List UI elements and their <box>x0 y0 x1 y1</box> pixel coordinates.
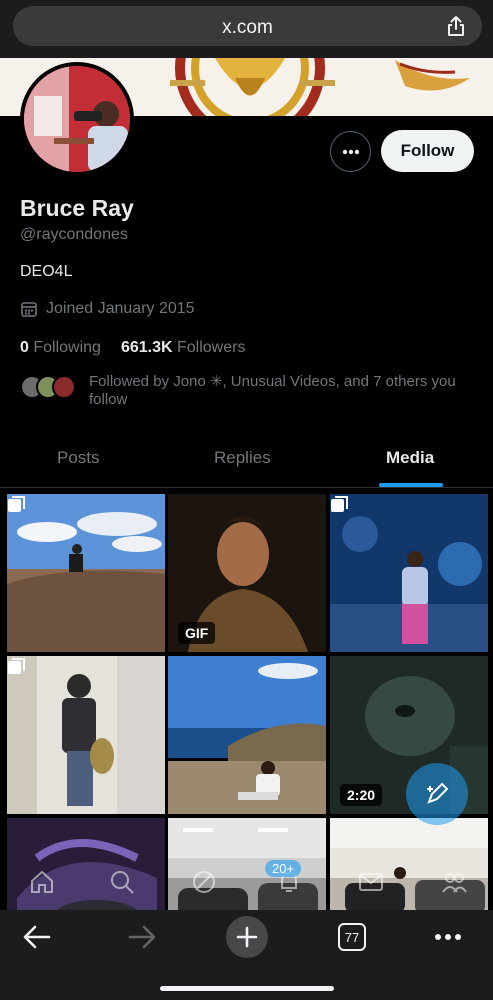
media-tile[interactable] <box>7 656 165 814</box>
share-icon[interactable] <box>444 14 468 38</box>
joined-text: Joined January 2015 <box>46 300 195 317</box>
media-tile[interactable]: GIF <box>168 494 326 652</box>
profile-tabs: Posts Replies Media <box>0 430 493 488</box>
gif-badge: GIF <box>178 622 216 644</box>
more-dots-icon <box>342 149 359 154</box>
active-tab-indicator <box>379 483 443 487</box>
following-label: Following <box>33 339 101 356</box>
compose-button[interactable] <box>406 763 468 825</box>
follower-avatar <box>52 375 76 399</box>
search-icon[interactable] <box>108 868 136 896</box>
browser-top-bar: x.com <box>0 0 493 58</box>
notification-count-badge: 20+ <box>265 860 302 877</box>
profile-bio: DEO4L <box>20 263 73 280</box>
x-bottom-nav <box>0 860 493 910</box>
forward-icon[interactable] <box>127 924 157 950</box>
multi-photo-icon <box>8 496 25 512</box>
follow-stats: 0 Following 661.3K Followers <box>20 339 245 357</box>
video-duration-badge: 2:20 <box>340 784 383 806</box>
home-indicator <box>160 986 334 991</box>
joined-date: Joined January 2015 <box>20 300 195 318</box>
new-tab-button[interactable] <box>226 916 268 958</box>
media-tile[interactable] <box>168 656 326 814</box>
tab-posts[interactable]: Posts <box>57 448 100 468</box>
followed-by-text: Followed by Jono ✳, Unusual Videos, and … <box>89 373 456 408</box>
messages-icon[interactable] <box>357 868 385 896</box>
tab-replies[interactable]: Replies <box>214 448 271 468</box>
followers-count: 661.3K <box>120 339 173 356</box>
tabs-button[interactable]: 77 <box>338 923 366 951</box>
url-text: x.com <box>222 17 273 38</box>
back-icon[interactable] <box>22 924 52 950</box>
profile-handle: @raycondones <box>20 226 128 243</box>
multi-photo-icon <box>331 496 348 512</box>
more-menu-icon[interactable] <box>434 933 462 941</box>
followed-by[interactable]: Followed by Jono ✳, Unusual Videos, and … <box>20 371 470 411</box>
multi-photo-icon <box>8 658 25 674</box>
url-bar[interactable]: x.com <box>13 6 482 46</box>
tab-media[interactable]: Media <box>386 448 434 468</box>
grok-icon[interactable] <box>190 868 218 896</box>
follow-button[interactable]: Follow <box>381 130 474 172</box>
profile-name: Bruce Ray <box>20 195 134 221</box>
following-link[interactable]: 0 Following <box>20 339 101 356</box>
followers-link[interactable]: 661.3K Followers <box>121 339 246 356</box>
compose-icon <box>427 782 449 804</box>
media-grid: GIF 2:20 <box>0 491 493 911</box>
following-count: 0 <box>20 339 29 356</box>
media-tile[interactable] <box>7 494 165 652</box>
media-tile[interactable] <box>330 494 488 652</box>
more-options-button[interactable] <box>330 131 371 172</box>
followers-label: Followers <box>177 339 246 356</box>
home-icon[interactable] <box>28 868 56 896</box>
plus-icon <box>236 926 258 948</box>
avatar[interactable] <box>20 62 134 176</box>
communities-icon[interactable] <box>440 868 468 896</box>
calendar-icon <box>21 302 37 317</box>
